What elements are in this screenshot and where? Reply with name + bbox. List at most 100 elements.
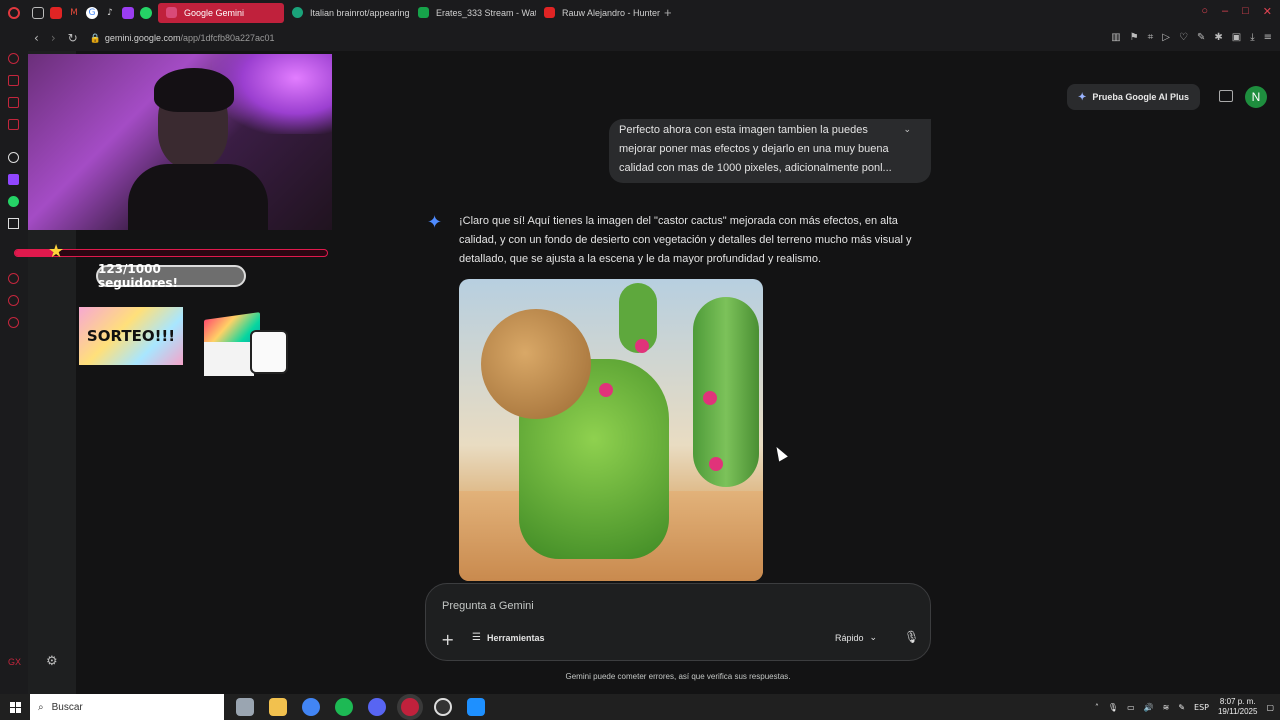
obs-icon[interactable] (434, 698, 452, 716)
tab-title: Erates_333 Stream - Wat (436, 7, 536, 18)
bookmark-icon[interactable]: ⚑ (1130, 32, 1139, 43)
tools-icon: ☰ (472, 632, 481, 643)
sidebar-mail-icon[interactable] (8, 119, 19, 130)
notification-icon[interactable]: ▢ (1266, 703, 1274, 712)
background-cactus (693, 297, 759, 487)
chevron-down-icon: ⌄ (869, 632, 878, 642)
tab-title: Google Gemini (184, 7, 245, 18)
discord-icon[interactable] (368, 698, 386, 716)
disclaimer: Gemini puede cometer errores, así que ve… (565, 672, 791, 681)
whatsapp-icon[interactable] (140, 6, 152, 19)
tab-italian-brainrot[interactable]: Italian brainrot/appearing (284, 3, 410, 23)
try-ai-plus-button[interactable]: ✦ Prueba Google AI Plus (1067, 84, 1200, 110)
play-icon[interactable]: ▷ (1162, 32, 1170, 43)
tab-favicon-icon (292, 7, 303, 18)
sidebar-clock-icon[interactable] (8, 273, 19, 284)
flower (703, 391, 717, 405)
minimize-icon[interactable]: – (1222, 5, 1228, 18)
search-icon[interactable]: ○ (1201, 5, 1208, 18)
back-icon[interactable]: ‹ (34, 31, 39, 45)
tab-youtube-music[interactable]: Rauw Alejandro - Hunter (536, 3, 662, 23)
puzzle-icon[interactable]: ✱ (1214, 32, 1222, 43)
maximize-icon[interactable]: □ (1242, 5, 1249, 18)
mode-selector[interactable]: Rápido ⌄ (835, 632, 877, 643)
chevron-up-icon[interactable]: ˄ (1095, 703, 1099, 712)
download-icon[interactable]: ⤓ (1250, 32, 1254, 43)
opera-gx-icon[interactable] (401, 698, 419, 716)
pen-icon[interactable]: ✎ (1178, 703, 1185, 712)
taskbar-search[interactable]: ⌕ Buscar (30, 694, 224, 720)
prompt-input[interactable]: Pregunta a Gemini (442, 600, 534, 612)
sidebar-history-icon[interactable] (8, 97, 19, 108)
split-view-icon[interactable]: ▥ (1111, 32, 1120, 43)
screenshot-icon[interactable]: ⌗ (1148, 32, 1154, 43)
user-message-text: Perfecto ahora con esta imagen tambien l… (619, 124, 892, 174)
chrome-icon[interactable] (302, 698, 320, 716)
giveaway-banner: SORTEO!!! (79, 307, 183, 365)
sidebar-x-icon[interactable] (8, 218, 19, 229)
avatar[interactable]: N (1245, 86, 1267, 108)
tools-label: Herramientas (486, 632, 545, 643)
console-controller (250, 330, 288, 374)
sidebar-settings-icon[interactable] (8, 317, 19, 328)
start-button[interactable] (0, 694, 30, 720)
clock-date: 19/11/2025 (1217, 707, 1258, 716)
extension-icon[interactable]: ✎ (1197, 32, 1205, 43)
language-indicator[interactable]: ESP (1194, 703, 1209, 712)
reload-icon[interactable]: ↻ (68, 31, 78, 45)
youtube-icon[interactable] (50, 6, 62, 19)
prompt-box[interactable]: Pregunta a Gemini + ☰ Herramientas Rápid… (425, 583, 931, 661)
console-dock (204, 342, 254, 376)
generated-image[interactable] (459, 279, 763, 581)
volume-icon[interactable]: 🔊 (1144, 703, 1154, 712)
messenger-icon[interactable] (122, 6, 134, 19)
sidebar-cube-icon[interactable] (8, 295, 19, 306)
google-icon[interactable]: G (86, 6, 98, 19)
gemini-spark-icon: ✦ (427, 212, 443, 233)
tab-kick-stream[interactable]: Erates_333 Stream - Wat (410, 3, 536, 23)
wallet-icon[interactable]: ▣ (1232, 32, 1241, 43)
webcam-overlay (28, 54, 332, 230)
url-field[interactable]: gemini.google.com/app/1dfcfb80a227ac01 (105, 33, 275, 43)
tab-google-gemini[interactable]: Google Gemini (158, 2, 284, 23)
new-tab-button[interactable]: + (664, 5, 672, 20)
menu-icon[interactable]: ≡ (1264, 32, 1272, 43)
tools-button[interactable]: ☰ Herramientas (472, 632, 545, 643)
file-explorer-icon[interactable] (269, 698, 287, 716)
gemini-settings-icon[interactable]: ⚙ (46, 654, 58, 669)
inbox-icon[interactable] (32, 6, 44, 19)
spotify-icon[interactable] (335, 698, 353, 716)
opera-logo-icon[interactable] (8, 6, 20, 19)
taskbar-app-icon[interactable] (236, 698, 254, 716)
gemini-tab-icon (166, 7, 177, 18)
sidebar-twitch-icon[interactable] (8, 174, 19, 185)
close-icon[interactable]: ✕ (1263, 5, 1272, 18)
clock[interactable]: 8:07 p. m. 19/11/2025 (1218, 697, 1257, 717)
browser-tab-strip: M G ♪ Google Gemini Italian brainrot/app… (0, 0, 1280, 25)
microphone-icon[interactable]: 🎙 (904, 630, 919, 644)
sidebar-openai-icon[interactable] (8, 152, 19, 163)
tiktok-icon[interactable]: ♪ (104, 7, 116, 19)
streamer-body (128, 164, 268, 230)
heart-icon[interactable]: ♡ (1179, 32, 1188, 43)
network-icon[interactable]: ▭ (1127, 703, 1135, 712)
sidebar-chat-icon[interactable] (8, 75, 19, 86)
url-path: /app/1dfcfb80a227ac01 (180, 33, 275, 43)
extension-icons: ▥ ⚑ ⌗ ▷ ♡ ✎ ✱ ▣ ⤓ ≡ (1111, 32, 1272, 43)
photos-icon[interactable] (467, 698, 485, 716)
beaver-head (481, 309, 591, 419)
forward-icon[interactable]: › (51, 31, 56, 45)
add-attachment-button[interactable]: + (441, 630, 454, 649)
sidebar-gx-icon[interactable]: GX (8, 657, 21, 667)
flower (599, 383, 613, 397)
gmail-icon[interactable]: M (68, 7, 80, 19)
sidebar-aria-icon[interactable] (8, 53, 19, 64)
search-icon: ⌕ (38, 701, 44, 713)
sidebar-whatsapp-icon[interactable] (8, 196, 19, 207)
mouse-cursor (772, 444, 788, 462)
expand-chevron-icon[interactable]: ⌄ (903, 125, 911, 135)
wifi-icon[interactable]: ≋ (1163, 703, 1170, 712)
archive-icon[interactable] (1219, 90, 1233, 102)
microphone-tray-icon[interactable]: 🎙 (1108, 703, 1118, 712)
user-message-bubble: Perfecto ahora con esta imagen tambien l… (609, 119, 931, 183)
